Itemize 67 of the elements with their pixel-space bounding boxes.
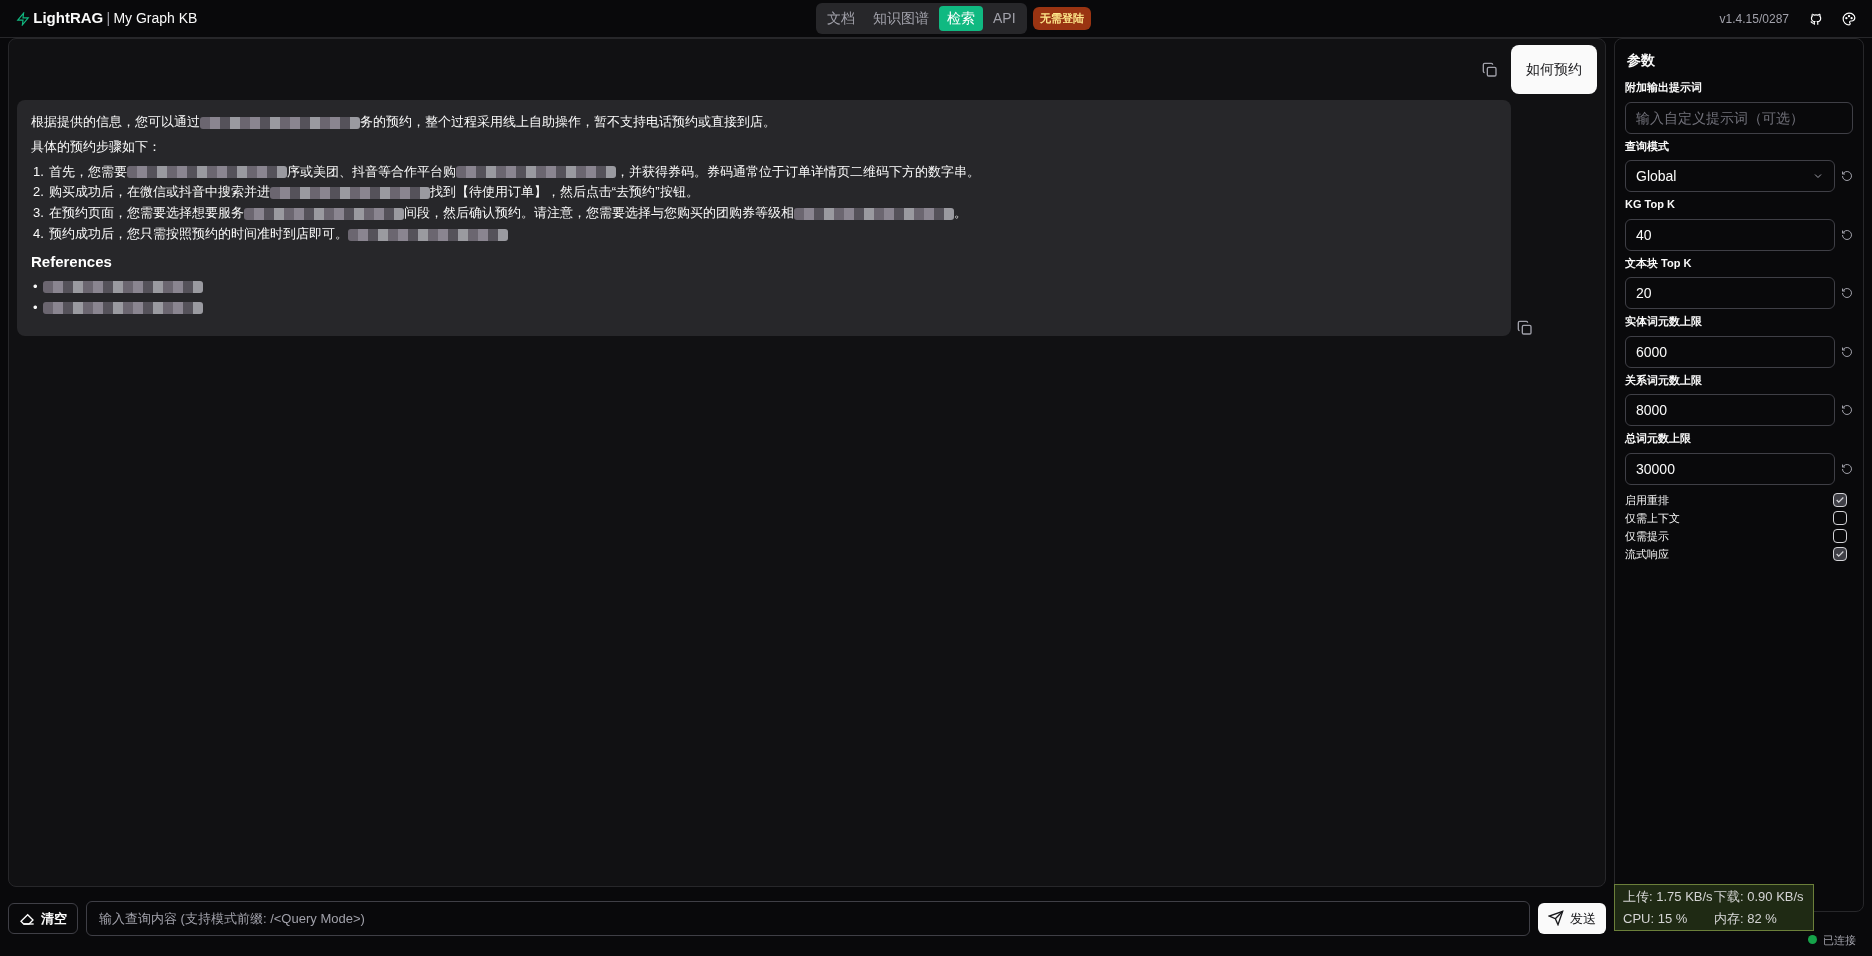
login-badge: 无需登陆: [1033, 7, 1092, 30]
toggle-label: 仅需提示: [1625, 528, 1669, 544]
field-label: 文本块 Top K: [1625, 255, 1693, 271]
toggle-label: 仅需上下文: [1625, 510, 1680, 526]
list-marker: 2.: [33, 183, 44, 202]
github-icon[interactable]: [1808, 11, 1823, 26]
mode-select[interactable]: Global: [1625, 160, 1835, 192]
list-marker: 1.: [33, 162, 44, 181]
message-text: 根据提供的信息，您可以通过 务的预约，整个过程采用线上自助操作，暂不支持电话预约或直接到店。: [31, 113, 777, 131]
copy-icon[interactable]: [1482, 61, 1498, 78]
reset-icon[interactable]: [1841, 287, 1853, 299]
nav-tab[interactable]: 知识图谱: [865, 6, 937, 31]
version-label: v1.4.15/0287: [1719, 10, 1789, 28]
field-label: KG Top K: [1625, 197, 1676, 212]
field-label: 查询模式: [1625, 138, 1670, 154]
prompt-input[interactable]: 输入自定义提示词（可选）: [1625, 101, 1853, 134]
field-label: 关系词元数上限: [1625, 372, 1703, 388]
list-marker: •: [33, 277, 38, 296]
reset-icon[interactable]: [1841, 462, 1853, 475]
checkbox[interactable]: [1833, 493, 1847, 507]
list-marker: 3.: [33, 204, 44, 223]
list-marker: 4.: [33, 225, 44, 243]
checkbox[interactable]: [1833, 529, 1847, 543]
message-text: 购买成功后，在微信或抖音中搜索并进 找到【待使用订单】，然后点击“去预约”按钮。: [48, 183, 699, 202]
app-logo[interactable]: LightRAG: [33, 7, 104, 30]
references-heading: References: [31, 252, 113, 271]
toggle-label: 启用重排: [1625, 492, 1669, 508]
message-text: 具体的预约步骤如下：: [31, 137, 162, 156]
clear-button[interactable]: 清空: [8, 902, 78, 934]
upload-speed: 上传: 1.75 KB/s: [1623, 888, 1714, 906]
number-input[interactable]: 30000: [1625, 452, 1835, 485]
number-input[interactable]: 6000: [1625, 335, 1835, 368]
reset-icon[interactable]: [1841, 404, 1853, 416]
copy-icon[interactable]: [1517, 320, 1533, 337]
nav-tab[interactable]: API: [985, 6, 1024, 31]
toggle-label: 流式响应: [1625, 546, 1669, 562]
field-label: 总词元数上限: [1625, 431, 1692, 446]
checkmark-icon: [1835, 549, 1845, 559]
cpu-usage: CPU: 15 %: [1623, 909, 1689, 928]
connection-status: 已连接: [1823, 932, 1856, 948]
palette-icon[interactable]: [1842, 11, 1856, 26]
send-button[interactable]: 发送: [1538, 902, 1606, 934]
reset-icon[interactable]: [1841, 170, 1853, 182]
number-input[interactable]: 20: [1625, 277, 1835, 309]
separator: |: [106, 9, 111, 28]
number-input[interactable]: 40: [1625, 218, 1835, 251]
reset-icon[interactable]: [1841, 345, 1853, 358]
checkbox[interactable]: [1833, 547, 1847, 561]
query-input[interactable]: 输入查询内容 (支持模式前缀: /<Query Mode>): [86, 900, 1530, 936]
user-message: 如何预约: [1511, 45, 1597, 94]
download-speed: 下载: 0.90 KB/s: [1714, 888, 1805, 906]
field-label: 附加输出提示词: [1625, 80, 1703, 95]
number-input[interactable]: 8000: [1625, 394, 1835, 426]
message-text: 预约成功后，您只需按照预约的时间准时到店即可。: [48, 224, 508, 245]
checkbox[interactable]: [1833, 511, 1847, 525]
reset-icon[interactable]: [1841, 228, 1853, 241]
workspace-name: My Graph KB: [113, 9, 198, 28]
lightning-icon: [16, 11, 30, 26]
panel-title: 参数: [1626, 51, 1656, 70]
message-text: 首先，您需要 序或美团、抖音等合作平台购 ，并获得券码。券码通常位于订单详情页二维码下方的数字串。: [48, 162, 980, 181]
field-label: 实体词元数上限: [1625, 314, 1703, 329]
nav-tab[interactable]: 文档: [819, 6, 863, 31]
memory-usage: 内存: 82 %: [1714, 909, 1778, 928]
message-text: 在预约页面，您需要选择想要服务 间段，然后确认预约。请注意，您需要选择与您购买的团购券等级相 。: [48, 204, 967, 223]
list-marker: •: [33, 298, 38, 317]
send-icon: [1548, 910, 1564, 927]
checkmark-icon: [1835, 495, 1845, 505]
